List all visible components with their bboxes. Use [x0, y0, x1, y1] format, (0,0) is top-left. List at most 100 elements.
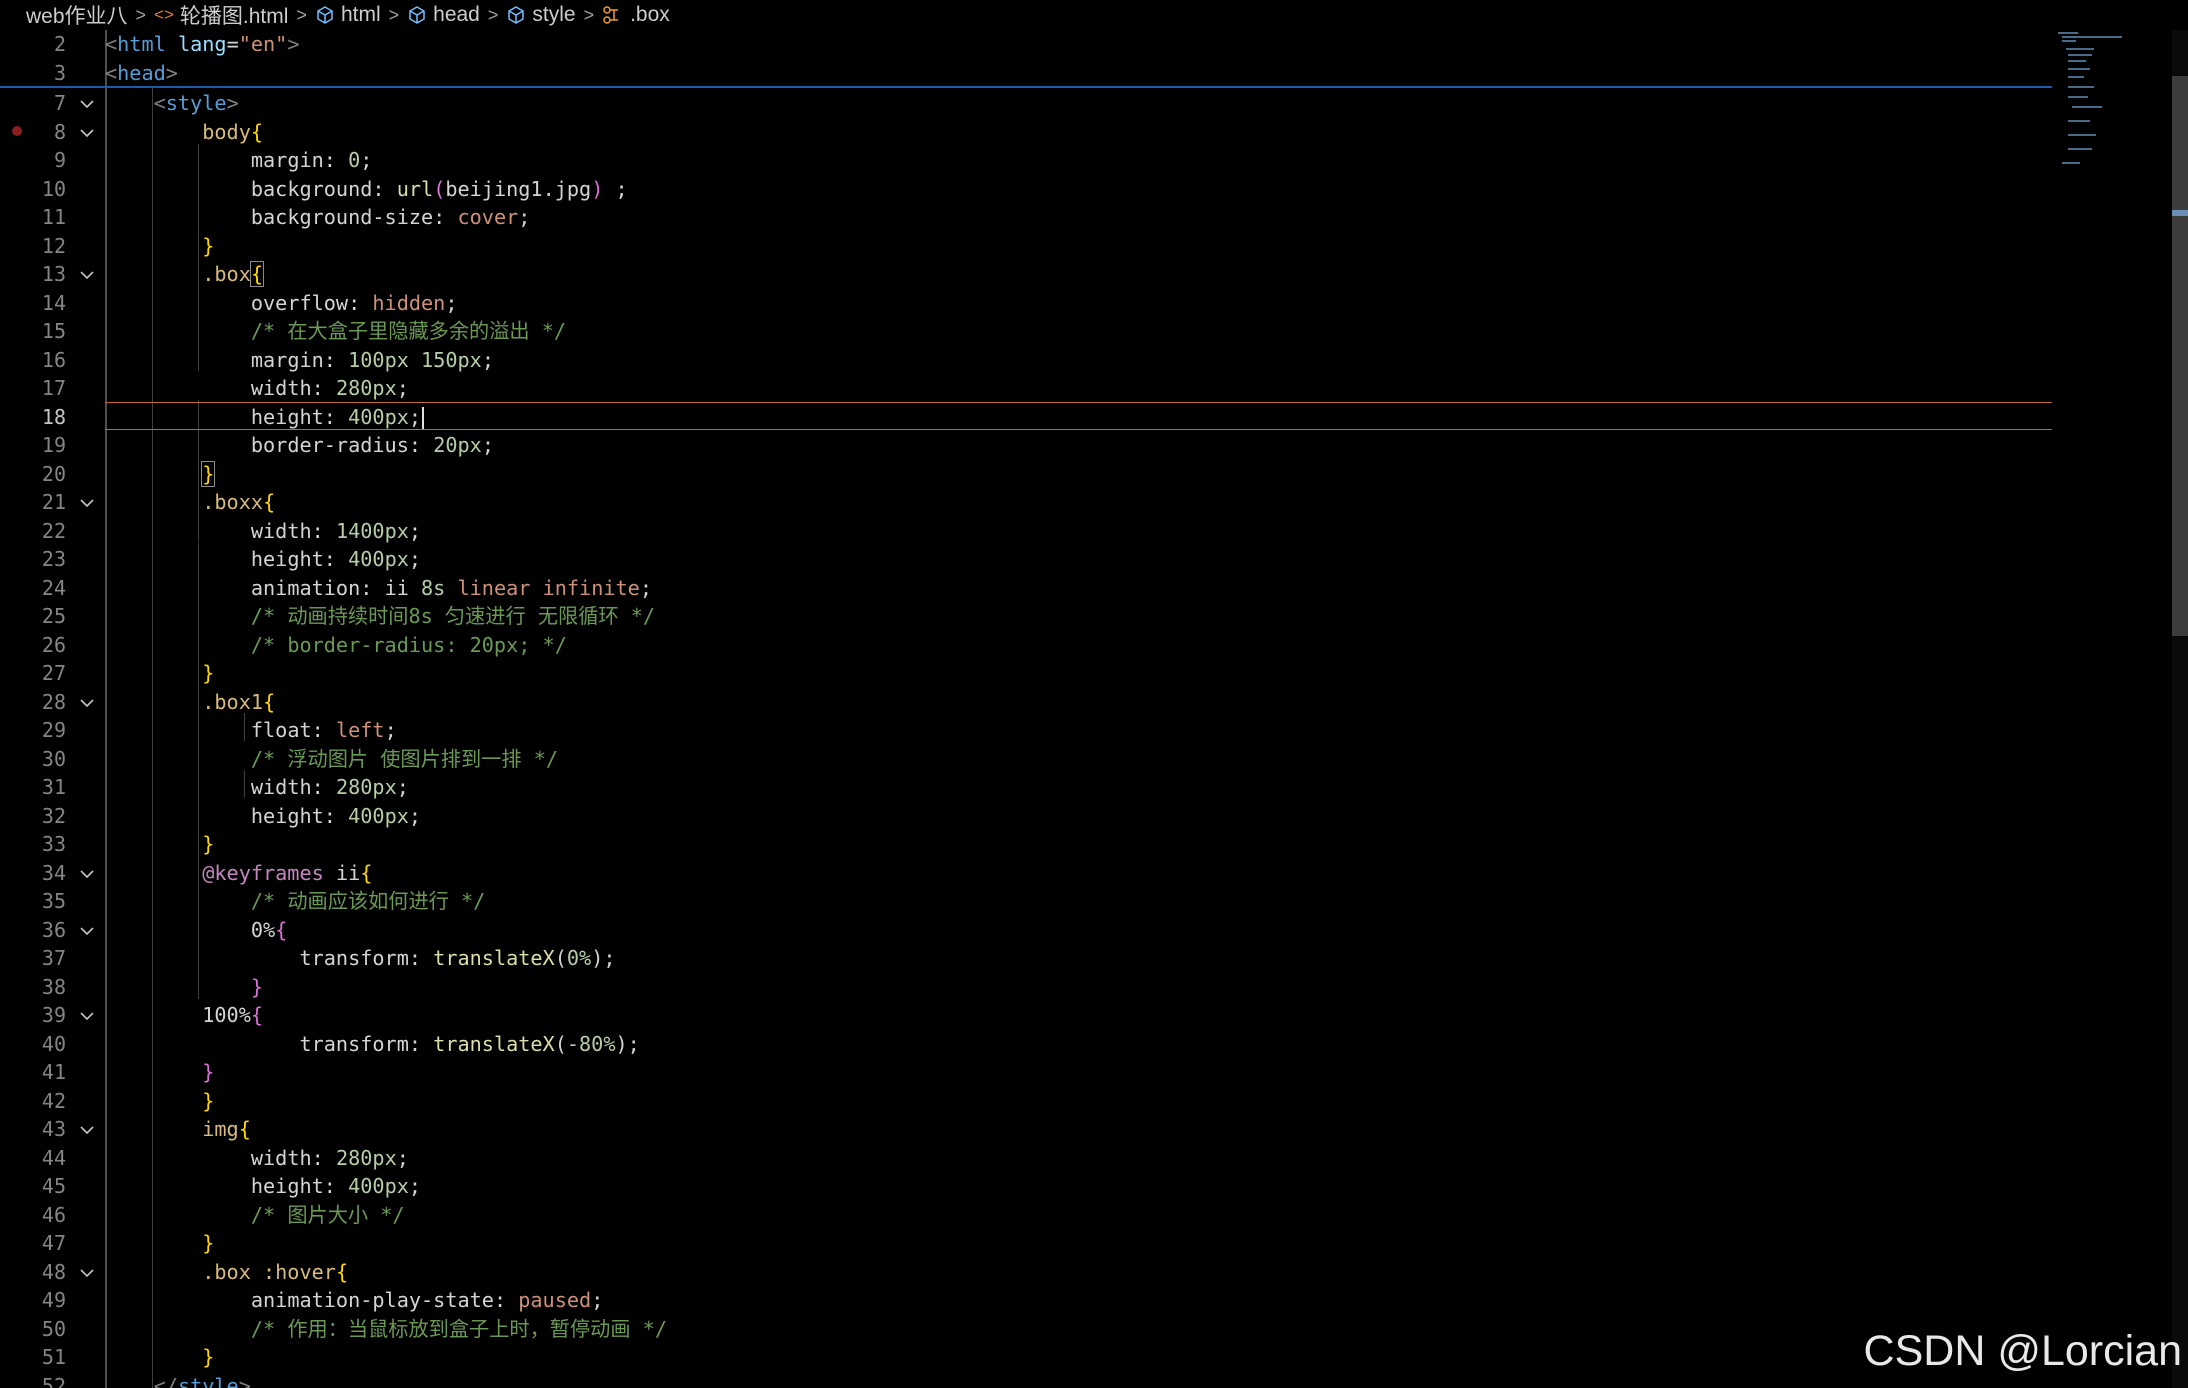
code-line: 48 .box :hover{ — [0, 1258, 2052, 1287]
code-text: <style> — [153, 91, 239, 115]
line-number: 2 — [53, 32, 66, 56]
code-line: 15 /* 在大盒子里隐藏多余的溢出 */ — [0, 317, 2052, 346]
code-line: 17 width: 280px; — [0, 374, 2052, 403]
code-text: margin: 0; — [250, 148, 373, 172]
chevron-down-icon[interactable] — [78, 1264, 96, 1282]
code-line: 7 <style> — [0, 89, 2052, 118]
code-text: } — [202, 233, 215, 258]
line-number: 29 — [41, 718, 66, 742]
code-text: height: 400px; — [105, 403, 425, 432]
minimap[interactable] — [2058, 30, 2138, 190]
text-cursor — [422, 407, 425, 429]
line-number: 43 — [41, 1117, 66, 1141]
code-text: transform: translateX(0%); — [299, 946, 616, 970]
chevron-down-icon[interactable] — [78, 1121, 96, 1139]
code-line: 47 } — [0, 1229, 2052, 1258]
chevron-down-icon[interactable] — [78, 494, 96, 512]
minimap-line — [2068, 120, 2090, 122]
code-text: .box :hover{ — [202, 1259, 349, 1284]
code-editor[interactable]: 2 <html lang="en"> 3 <head> 7 <style> 8 … — [0, 30, 2188, 1388]
line-number: 27 — [41, 661, 66, 685]
breadcrumb-head[interactable]: head — [407, 3, 480, 27]
line-number: 41 — [41, 1060, 66, 1084]
line-number: 31 — [41, 775, 66, 799]
code-line-active: 18 height: 400px; — [0, 403, 2052, 432]
code-line: 21 .boxx{ — [0, 488, 2052, 517]
code-line: 51 } — [0, 1343, 2052, 1372]
code-text: 0%{ — [250, 917, 288, 942]
minimap-line — [2062, 40, 2076, 42]
line-number: 47 — [41, 1231, 66, 1255]
line-number: 28 — [41, 689, 66, 714]
line-number: 23 — [41, 547, 66, 571]
code-line: 42 } — [0, 1087, 2052, 1116]
minimap-line — [2068, 68, 2090, 70]
line-number: 19 — [41, 433, 66, 457]
code-text: border-radius: 20px; — [250, 433, 494, 457]
breadcrumb-style[interactable]: style — [506, 3, 576, 27]
minimap-line — [2068, 134, 2096, 136]
code-line: 27 } — [0, 659, 2052, 688]
code-line: 44 width: 280px; — [0, 1144, 2052, 1173]
code-text: overflow: hidden; — [250, 290, 458, 315]
minimap-line — [2068, 96, 2088, 98]
chevron-right-icon: > — [388, 4, 400, 25]
code-line: 23 height: 400px; — [0, 545, 2052, 574]
code-line: 12 } — [0, 232, 2052, 261]
code-line: 41 } — [0, 1058, 2052, 1087]
cube-icon — [407, 5, 427, 25]
code-line: 3 <head> — [0, 59, 2052, 88]
line-number: 30 — [41, 746, 66, 771]
code-text: .box1{ — [202, 689, 276, 714]
minimap-line — [2062, 162, 2080, 164]
line-number: 13 — [41, 262, 66, 286]
code-text: background: url(beijing1.jpg) ; — [250, 176, 628, 201]
code-text: width: 280px; — [250, 775, 409, 799]
minimap-line — [2066, 48, 2094, 50]
code-line: 14 overflow: hidden; — [0, 289, 2052, 318]
code-text: } — [201, 460, 216, 487]
code-line: 30 /* 浮动图片 使图片排到一排 */ — [0, 745, 2052, 774]
code-line: 28 .box1{ — [0, 688, 2052, 717]
code-line: 46 /* 图片大小 */ — [0, 1201, 2052, 1230]
chevron-down-icon[interactable] — [78, 95, 96, 113]
breadcrumb-file[interactable]: <> 轮播图.html — [154, 0, 288, 30]
chevron-down-icon[interactable] — [78, 1007, 96, 1025]
code-text: /* 图片大小 */ — [250, 1202, 405, 1227]
code-line: 2 <html lang="en"> — [0, 30, 2052, 59]
breadcrumb-selector[interactable]: .box — [602, 3, 670, 27]
code-line: 35 /* 动画应该如何进行 */ — [0, 887, 2052, 916]
code-text: /* 浮动图片 使图片排到一排 */ — [250, 746, 559, 771]
code-line: 37 transform: translateX(0%); — [0, 944, 2052, 973]
chevron-right-icon: > — [487, 4, 499, 25]
code-line: 32 height: 400px; — [0, 802, 2052, 831]
code-text: height: 400px; — [250, 1174, 422, 1198]
chevron-down-icon[interactable] — [78, 922, 96, 940]
minimap-line — [2068, 148, 2092, 150]
watermark: CSDN @Lorcian — [1863, 1327, 2182, 1375]
breadcrumb-html[interactable]: html — [315, 3, 381, 27]
chevron-down-icon[interactable] — [78, 124, 96, 142]
code-text: /* 动画持续时间8s 匀速进行 无限循环 */ — [250, 604, 656, 628]
code-text: animation: ii 8s linear infinite; — [250, 575, 652, 600]
code-text: } — [202, 1088, 215, 1113]
code-line: 16 margin: 100px 150px; — [0, 346, 2052, 375]
code-line: 50 /* 作用：当鼠标放到盒子上时，暂停动画 */ — [0, 1315, 2052, 1344]
line-number: 7 — [53, 91, 66, 115]
code-text: /* border-radius: 20px; */ — [250, 632, 567, 657]
line-number: 17 — [41, 376, 66, 400]
code-text: width: 1400px; — [250, 518, 422, 543]
code-text: } — [202, 1345, 215, 1369]
chevron-down-icon[interactable] — [78, 266, 96, 284]
code-text: .box{ — [202, 261, 265, 287]
chevron-down-icon[interactable] — [78, 694, 96, 712]
scrollbar-thumb[interactable] — [2172, 76, 2188, 636]
code-text: /* 作用：当鼠标放到盒子上时，暂停动画 */ — [250, 1316, 667, 1341]
minimap-line — [2072, 106, 2102, 108]
code-text: height: 400px; — [250, 547, 422, 571]
code-line: 8 body{ — [0, 118, 2052, 147]
code-text: /* 动画应该如何进行 */ — [250, 889, 486, 913]
breadcrumb-folder[interactable]: web作业八 — [26, 0, 128, 30]
minimap-line — [2068, 76, 2084, 78]
chevron-down-icon[interactable] — [78, 865, 96, 883]
